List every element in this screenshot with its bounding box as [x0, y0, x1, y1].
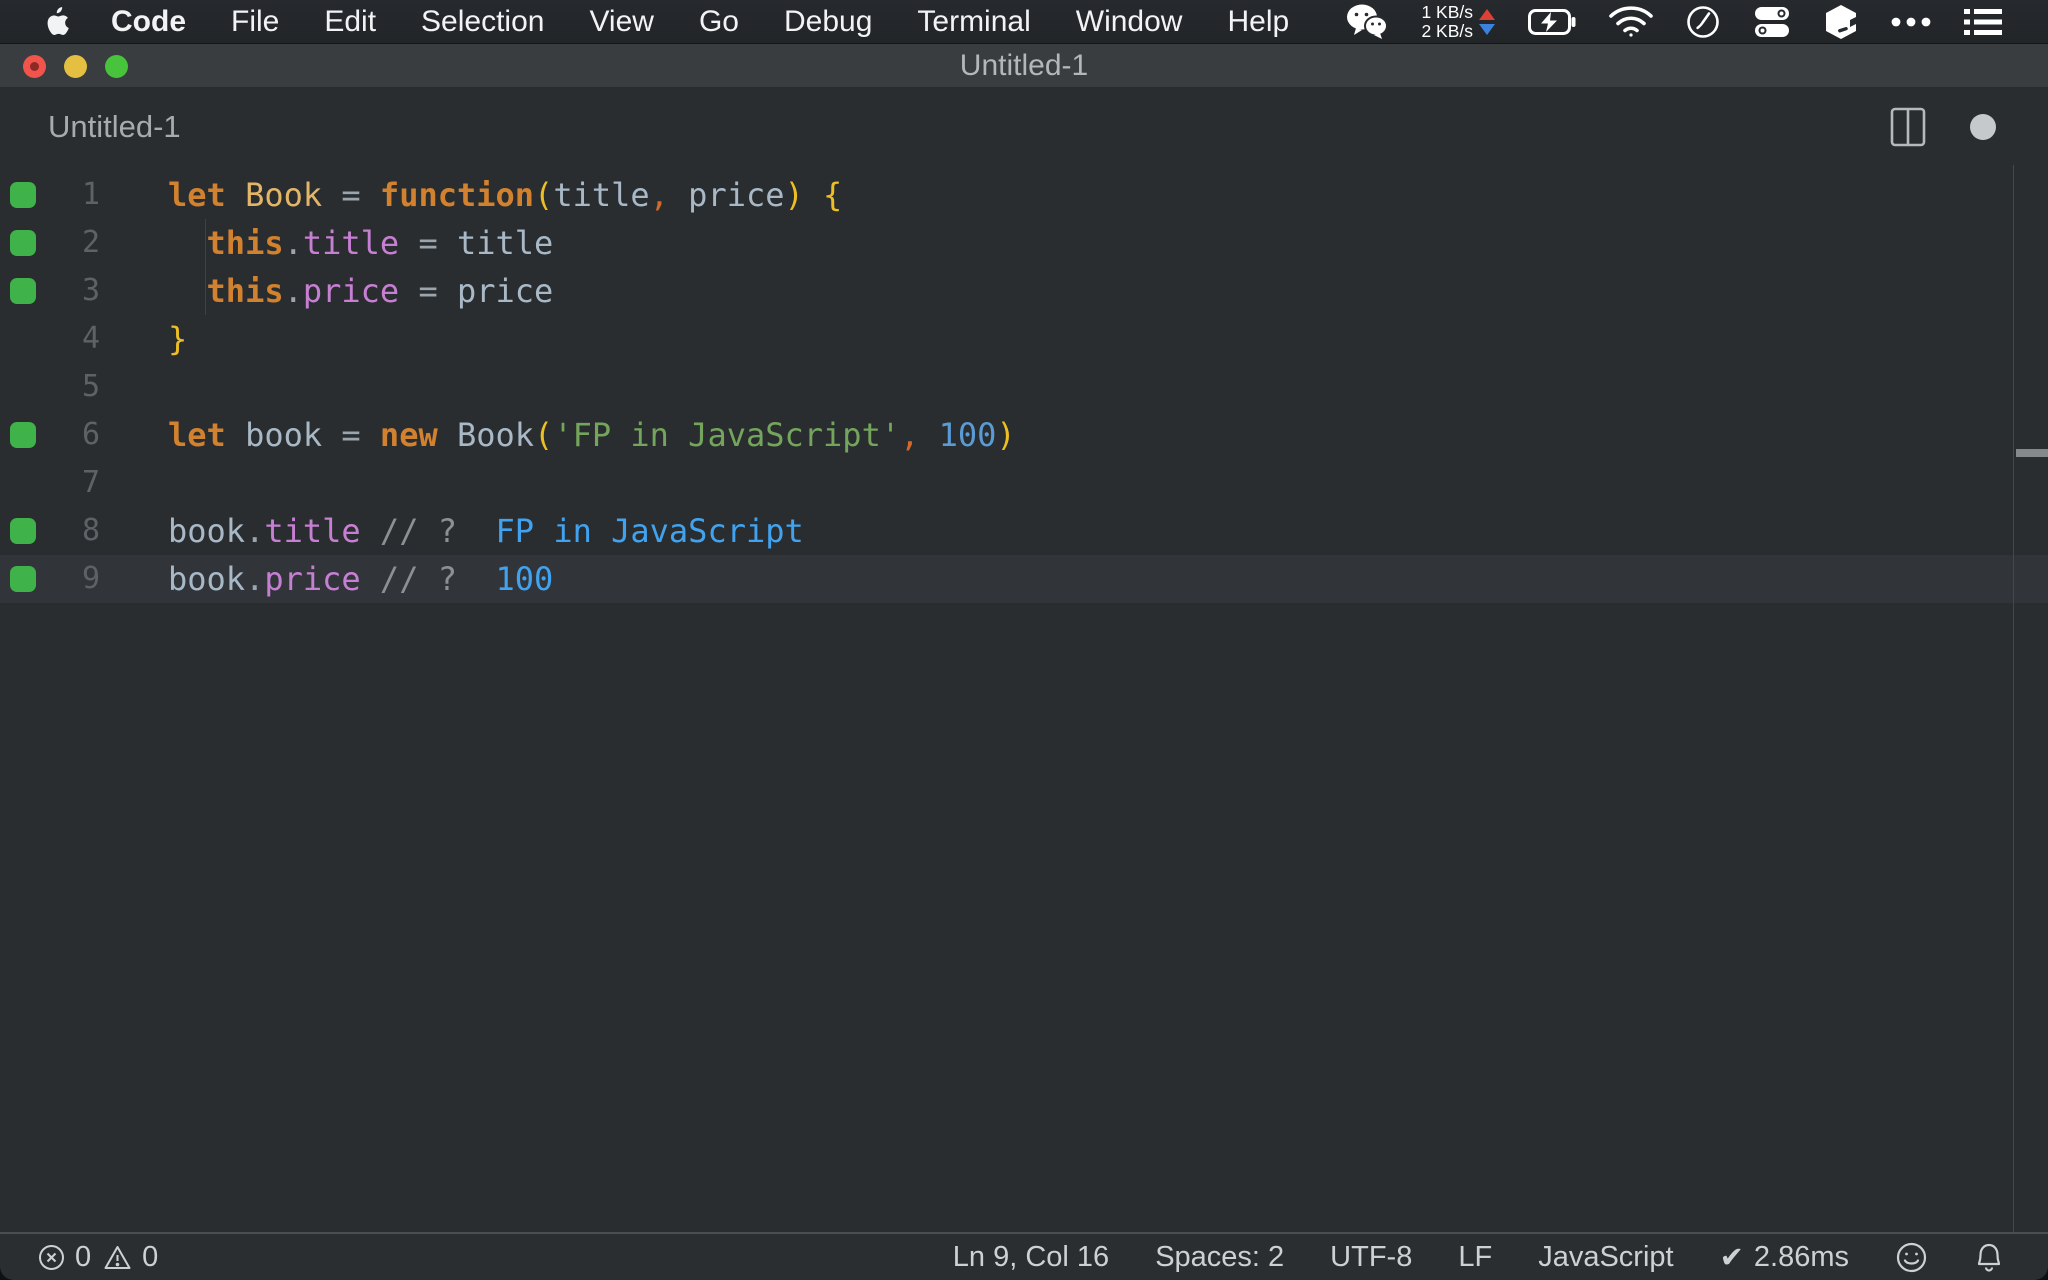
code-line-7[interactable]: 7 — [0, 459, 2048, 507]
menu-edit[interactable]: Edit — [324, 5, 376, 38]
wifi-icon[interactable] — [1609, 5, 1653, 38]
code-text: this.price = price — [206, 272, 554, 310]
gutter-decoration-cell — [0, 507, 46, 555]
quokka-coverage-marker[interactable] — [10, 518, 36, 544]
error-count: 0 — [75, 1240, 92, 1273]
notifications-bell-icon[interactable] — [1974, 1240, 2004, 1274]
gutter-decoration-cell — [0, 459, 46, 507]
menu-view[interactable]: View — [589, 5, 653, 38]
menu-help[interactable]: Help — [1227, 5, 1289, 38]
ellipsis-icon[interactable] — [1891, 17, 1931, 27]
quokka-coverage-marker[interactable] — [10, 278, 36, 304]
gutter-decoration-cell — [0, 363, 46, 411]
code-text: this.title = title — [206, 224, 554, 262]
line-number: 9 — [81, 561, 100, 596]
menu-window[interactable]: Window — [1076, 5, 1183, 38]
quokka-coverage-marker[interactable] — [10, 182, 36, 208]
overview-ruler-border — [2013, 165, 2014, 1232]
network-speed-indicator[interactable]: 1 KB/s 2 KB/s — [1421, 1, 1495, 41]
code-editor[interactable]: 1 let Book = function(title, price) { 2 th… — [0, 165, 2048, 1232]
indent-guide — [205, 219, 206, 315]
statusbar-cursor-position[interactable]: Ln 9, Col 16 — [953, 1241, 1109, 1274]
tab-untitled-1[interactable]: Untitled-1 — [48, 109, 181, 145]
quokka-coverage-marker[interactable] — [10, 230, 36, 256]
toggles-icon[interactable] — [1753, 5, 1791, 39]
gutter-decoration-cell — [0, 315, 46, 363]
code-line-5[interactable]: 5 — [0, 363, 2048, 411]
menu-file[interactable]: File — [231, 5, 279, 38]
statusbar-indentation[interactable]: Spaces: 2 — [1155, 1241, 1284, 1274]
perf-time: 2.86ms — [1753, 1240, 1849, 1273]
upload-arrow-icon — [1479, 8, 1495, 20]
quokka-coverage-marker[interactable] — [10, 566, 36, 592]
window-title: Untitled-1 — [959, 49, 1089, 82]
statusbar-encoding[interactable]: UTF-8 — [1330, 1241, 1412, 1274]
code-text: let book = new Book('FP in JavaScript', … — [168, 416, 1016, 454]
gutter-decoration-cell — [0, 219, 46, 267]
macos-menu-bar: Code File Edit Selection View Go Debug Terminal… — [0, 0, 2048, 44]
line-number: 7 — [81, 465, 100, 500]
code-line-6[interactable]: 6 let book = new Book('FP in JavaScript',… — [0, 411, 2048, 459]
feedback-smiley-icon[interactable] — [1895, 1241, 1928, 1274]
menu-debug[interactable]: Debug — [784, 5, 872, 38]
download-arrow-icon — [1479, 23, 1495, 35]
code-text: book.title // ? FP in JavaScript — [168, 512, 804, 550]
line-number: 6 — [81, 417, 100, 452]
code-line-3[interactable]: 3 this.price = price — [0, 267, 2048, 315]
menu-selection[interactable]: Selection — [421, 5, 544, 38]
status-bar: 0 0 Ln 9, Col 16 Spaces: 2 UTF-8 LF JavaScri… — [0, 1232, 2048, 1280]
code-text: book.price // ? 100 — [168, 560, 554, 598]
code-text: } — [168, 320, 188, 358]
line-number: 8 — [81, 513, 100, 548]
statusbar-language-mode[interactable]: JavaScript — [1538, 1241, 1673, 1274]
line-number: 5 — [81, 369, 100, 404]
cube-icon[interactable] — [1824, 4, 1858, 40]
menu-go[interactable]: Go — [699, 5, 739, 38]
check-icon: ✔ — [1719, 1241, 1744, 1274]
wechat-icon[interactable] — [1346, 4, 1389, 40]
code-text: let Book = function(title, price) { — [168, 176, 843, 214]
problems-warnings[interactable]: 0 — [103, 1241, 158, 1274]
code-line-2[interactable]: 2 this.title = title — [0, 219, 2048, 267]
problems-errors[interactable]: 0 — [38, 1241, 91, 1274]
download-speed: 2 KB/s — [1421, 20, 1473, 41]
line-number: 2 — [81, 225, 100, 260]
unsaved-changes-indicator[interactable] — [1970, 113, 1996, 140]
code-line-1[interactable]: 1 let Book = function(title, price) { — [0, 171, 2048, 219]
gutter-decoration-cell — [0, 171, 46, 219]
line-number: 3 — [81, 273, 100, 308]
upload-speed: 1 KB/s — [1421, 1, 1473, 22]
code-line-8[interactable]: 8 book.title // ? FP in JavaScript — [0, 507, 2048, 555]
clock-icon[interactable] — [1686, 5, 1720, 39]
overview-ruler-cursor-mark[interactable] — [2016, 449, 2048, 457]
line-number: 1 — [81, 177, 100, 212]
split-editor-icon[interactable] — [1890, 107, 1926, 147]
line-number: 4 — [81, 321, 100, 356]
quokka-coverage-marker[interactable] — [10, 422, 36, 448]
gutter-decoration-cell — [0, 411, 46, 459]
menu-code[interactable]: Code — [111, 5, 186, 38]
editor-header: Untitled-1 — [0, 88, 2048, 165]
warning-count: 0 — [142, 1240, 159, 1273]
list-icon[interactable] — [1964, 8, 2002, 36]
battery-charging-icon[interactable] — [1528, 8, 1576, 35]
code-line-4[interactable]: 4} — [0, 315, 2048, 363]
code-line-9[interactable]: 9 book.price // ? 100 — [0, 555, 2048, 603]
screen: Code File Edit Selection View Go Debug Terminal… — [0, 0, 2048, 1280]
gutter-decoration-cell — [0, 555, 46, 603]
vscode-window: Untitled-1 Untitled-1 1 let Book = functi… — [0, 44, 2048, 1280]
menu-terminal[interactable]: Terminal — [917, 5, 1030, 38]
statusbar-eol[interactable]: LF — [1458, 1241, 1492, 1274]
window-titlebar[interactable]: Untitled-1 — [0, 44, 2048, 88]
apple-icon[interactable] — [44, 6, 70, 37]
gutter-decoration-cell — [0, 267, 46, 315]
quokka-perf[interactable]: ✔ 2.86ms — [1720, 1240, 1849, 1275]
